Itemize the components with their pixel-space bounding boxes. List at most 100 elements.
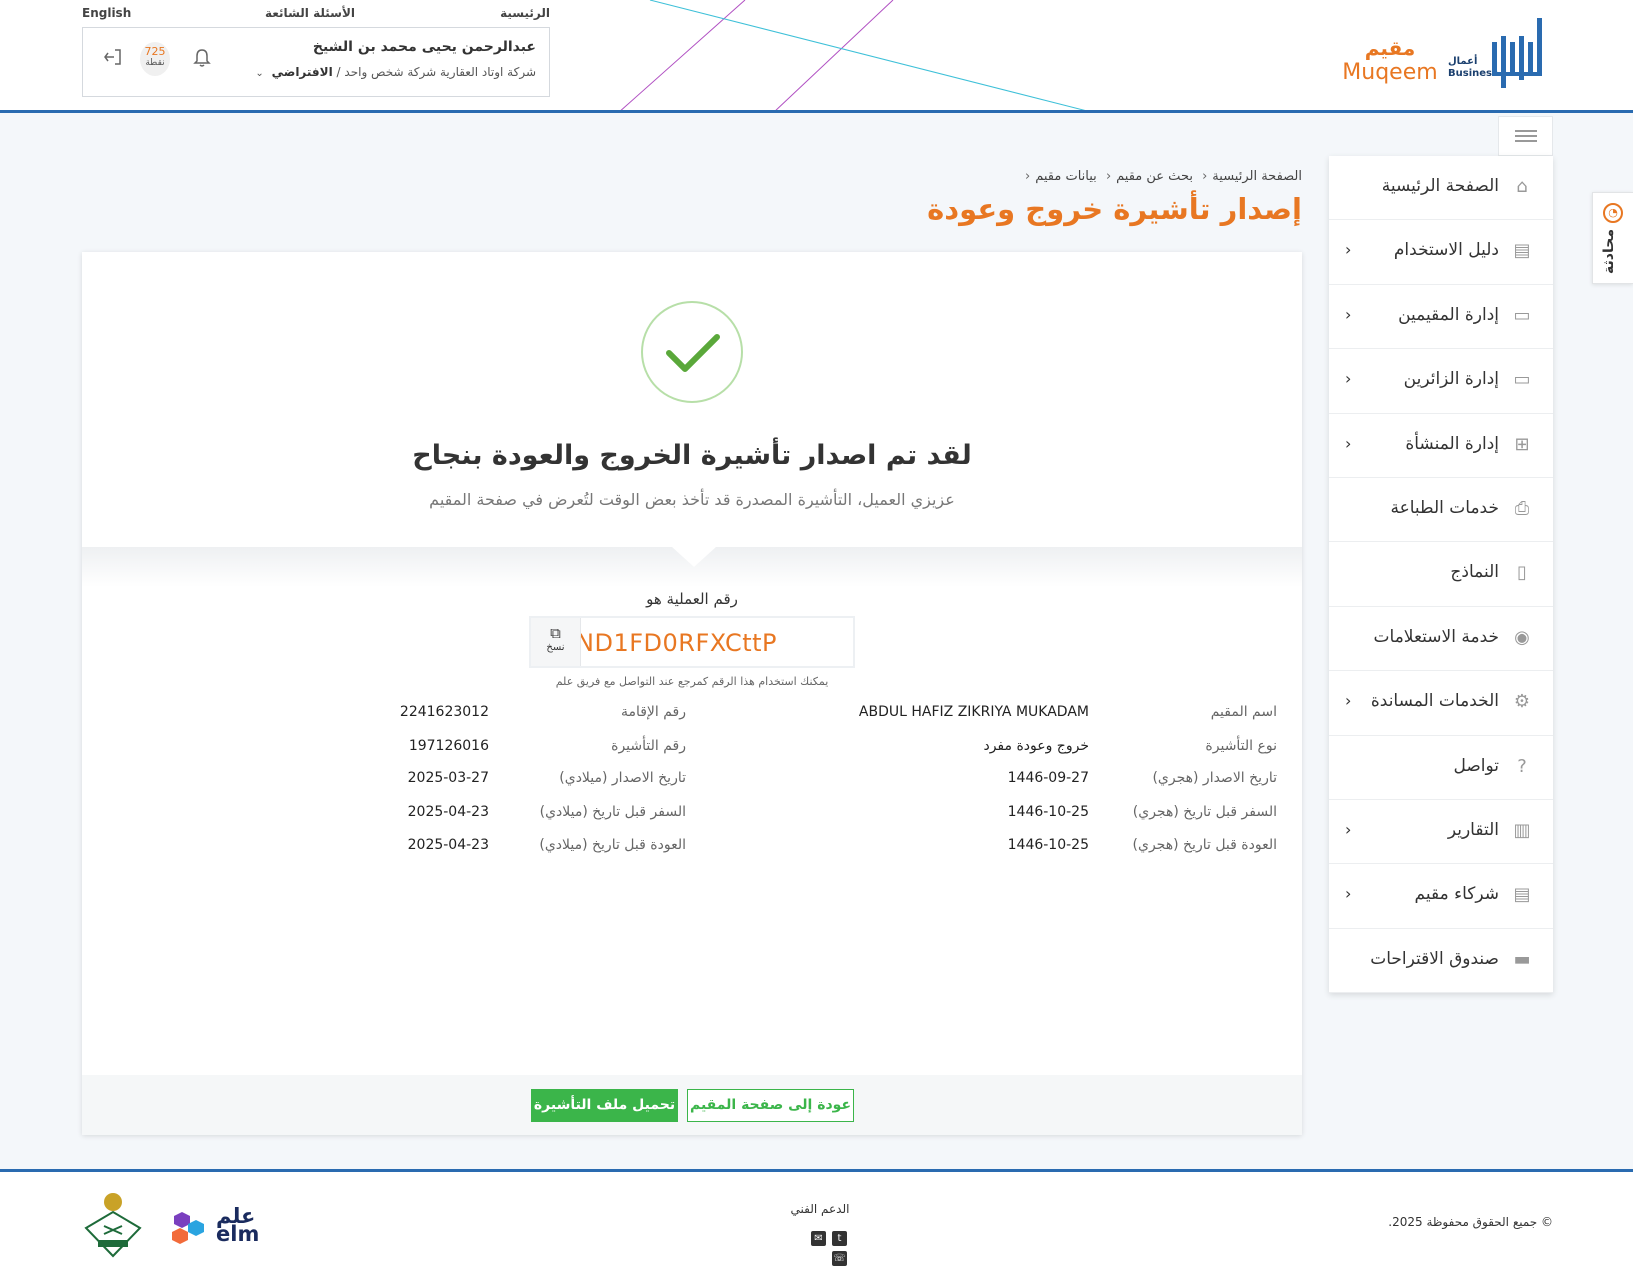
issue-date-gregorian-value: 2025-03-27 [407,770,489,786]
sidebar-item[interactable]: ▬ صندوق الاقتراحات [1329,929,1553,994]
result-card: لقد تم اصدار تأشيرة الخروج والعودة بنجاح… [82,252,1302,1135]
bar-chart-icon: ▥ [1513,819,1531,841]
book-icon: ▤ [1513,884,1531,906]
page-footer: © جميع الحقوق محفوظة 2025. الدعم الفني t… [0,1169,1633,1270]
business-logo-en: Business [1448,68,1498,79]
bell-icon[interactable] [193,48,211,73]
sidebar-item[interactable]: ▭ إدارة الزائرين ‹ [1329,349,1553,414]
iqama-number-value: 2241623012 [399,704,489,720]
muqeem-logo[interactable]: مقيم Muqeem [1340,36,1440,85]
chevron-left-icon: ‹ [1345,884,1352,904]
success-subtitle: عزيزي العميل، التأشيرة المصدرة قد تأخذ ب… [429,490,955,509]
sidebar-item-label: الصفحة الرئيسية [1381,176,1499,196]
elm-logo: علم elm [168,1204,259,1246]
chevron-left-icon: ‹ [1345,819,1352,839]
visa-type-value: خروج وعودة مفرد [983,738,1089,754]
sidebar-item-label: خدمات الطباعة [1390,497,1499,518]
operation-number-note: يمكنك استخدام هذا الرقم كمرجع عند التواص… [555,675,829,688]
breadcrumb-separator-icon: ‹ [1105,169,1112,184]
language-link[interactable]: English [82,6,131,20]
home-icon: ⌂ [1516,176,1528,197]
operation-number-label: رقم العملية هو [646,590,738,608]
company-name: شركة اوتاد العقارية شركة شخص واحد / [336,65,536,79]
phone-icon[interactable]: ☏ [832,1251,847,1266]
points-label: نقطة [145,58,165,68]
breadcrumb-item-resident[interactable]: بيانات مقيم [1035,169,1097,184]
sidebar-item[interactable]: ▤ شركاء مقيم ‹ [1329,864,1553,929]
question-icon: ? [1517,755,1527,777]
sidebar-item[interactable]: ⌂ الصفحة الرئيسية [1329,156,1553,221]
sidebar-item-label: خدمة الاستعلامات [1373,626,1499,647]
muqeem-logo-en: Muqeem [1342,60,1438,85]
copy-icon: ⧉ [550,624,561,642]
page-title: إصدار تأشيرة خروج وعودة [927,192,1302,226]
success-title: لقد تم اصدار تأشيرة الخروج والعودة بنجاح [412,440,972,471]
eye-icon: ◉ [1514,626,1530,648]
breadcrumb-item-search[interactable]: بحث عن مقيم [1116,169,1193,184]
email-icon[interactable]: ✉ [811,1231,826,1246]
chevron-left-icon: ‹ [1345,433,1352,453]
travel-before-gregorian-label: السفر قبل تاريخ (ميلادي) [539,804,686,820]
company-selector[interactable]: شركة اوتاد العقارية شركة شخص واحد / الاف… [255,65,536,79]
travel-before-hijri-value: 1446-10-25 [1007,804,1089,820]
chat-icon: ◔ [1603,203,1623,223]
sidebar-item[interactable]: ▥ التقارير ‹ [1329,800,1553,865]
chat-tab[interactable]: ◔ محادثة [1592,192,1633,284]
sidebar-item[interactable]: ⚙ الخدمات المساندة ‹ [1329,671,1553,736]
sidebar-item-label: إدارة الزائرين [1403,369,1499,390]
card-actions: تحميل ملف التأشيرة عودة إلى صفحة المقيم [82,1075,1302,1135]
return-before-gregorian-label: العودة قبل تاريخ (ميلادي) [539,837,686,853]
resident-name-label: اسم المقيم [1210,704,1277,720]
sidebar-item[interactable]: ? تواصل [1329,736,1553,800]
muqeem-logo-ar: مقيم [1364,36,1416,60]
sidebar-item-label: النماذج [1450,562,1499,583]
sidebar-item[interactable]: ▯ النماذج [1329,542,1553,607]
copy-label: نسخ [546,642,565,653]
home-link[interactable]: الرئيسية [500,6,550,20]
breadcrumb-item-home[interactable]: الصفحة الرئيسية [1212,169,1302,184]
return-before-hijri-label: العودة قبل تاريخ (هجري) [1132,837,1277,853]
copyright-text: © جميع الحقوق محفوظة 2025. [1388,1215,1553,1229]
sidebar-item[interactable]: ▤ دليل الاستخدام ‹ [1329,220,1553,285]
issue-date-hijri-label: تاريخ الاصدار (هجري) [1152,770,1277,786]
abshir-business-logo[interactable]: أعمال Business [1448,56,1498,80]
return-before-gregorian-value: 2025-04-23 [407,837,489,853]
sidebar-item-label: شركاء مقيم [1414,884,1499,905]
sidebar-item-label: إدارة المنشأة [1405,433,1499,454]
twitter-icon[interactable]: t [832,1231,847,1246]
user-name: عبدالرحمن يحيى محمد بن الشيخ [312,39,536,55]
document-icon: ▯ [1517,562,1527,584]
logout-icon[interactable] [103,48,123,71]
download-visa-button[interactable]: تحميل ملف التأشيرة [531,1089,678,1122]
user-panel: عبدالرحمن يحيى محمد بن الشيخ شركة اوتاد … [82,27,550,97]
support-icons: t ✉ ☏ [790,1226,850,1266]
elm-logo-mark [172,1212,204,1244]
gears-icon: ⚙ [1513,691,1531,713]
sidebar-item-label: التقارير [1447,819,1499,840]
back-to-resident-button[interactable]: عودة إلى صفحة المقيم [687,1089,854,1122]
sidebar: ⌂ الصفحة الرئيسية ▤ دليل الاستخدام ‹ ▭ إدارة ا… [1329,156,1553,994]
org-chart-icon: ⊞ [1514,433,1530,455]
sidebar-item[interactable]: ⎙ خدمات الطباعة [1329,478,1553,543]
visa-number-value: 197126016 [408,738,489,754]
chevron-left-icon: ‹ [1345,240,1352,260]
support-label: الدعم الفني [790,1202,850,1216]
chevron-down-icon: ⌄ [255,68,264,79]
breadcrumb: الصفحة الرئيسية ‹ بحث عن مقيم ‹ بيانات مقي… [1020,169,1302,184]
faq-link[interactable]: الأسئلة الشائعة [265,6,355,20]
points-value: 725 [144,45,166,58]
sidebar-item[interactable]: ◉ خدمة الاستعلامات [1329,607,1553,672]
visa-type-label: نوع التأشيرة [1205,738,1277,754]
sidebar-item[interactable]: ▭ إدارة المقيمين ‹ [1329,285,1553,350]
menu-toggle-button[interactable] [1498,116,1553,156]
issue-date-hijri-value: 1446-09-27 [1007,770,1089,786]
sidebar-item-label: صندوق الاقتراحات [1370,948,1499,969]
issue-date-gregorian-label: تاريخ الاصدار (ميلادي) [559,770,686,786]
copy-button[interactable]: ⧉ نسخ [531,618,581,666]
sidebar-item[interactable]: ⊞ إدارة المنشأة ‹ [1329,414,1553,478]
book-icon: ▤ [1513,240,1531,262]
chat-label: محادثة [1601,229,1617,274]
breadcrumb-separator-icon: ‹ [1025,169,1031,184]
chevron-left-icon: ‹ [1345,691,1352,711]
travel-before-gregorian-value: 2025-04-23 [407,804,489,820]
